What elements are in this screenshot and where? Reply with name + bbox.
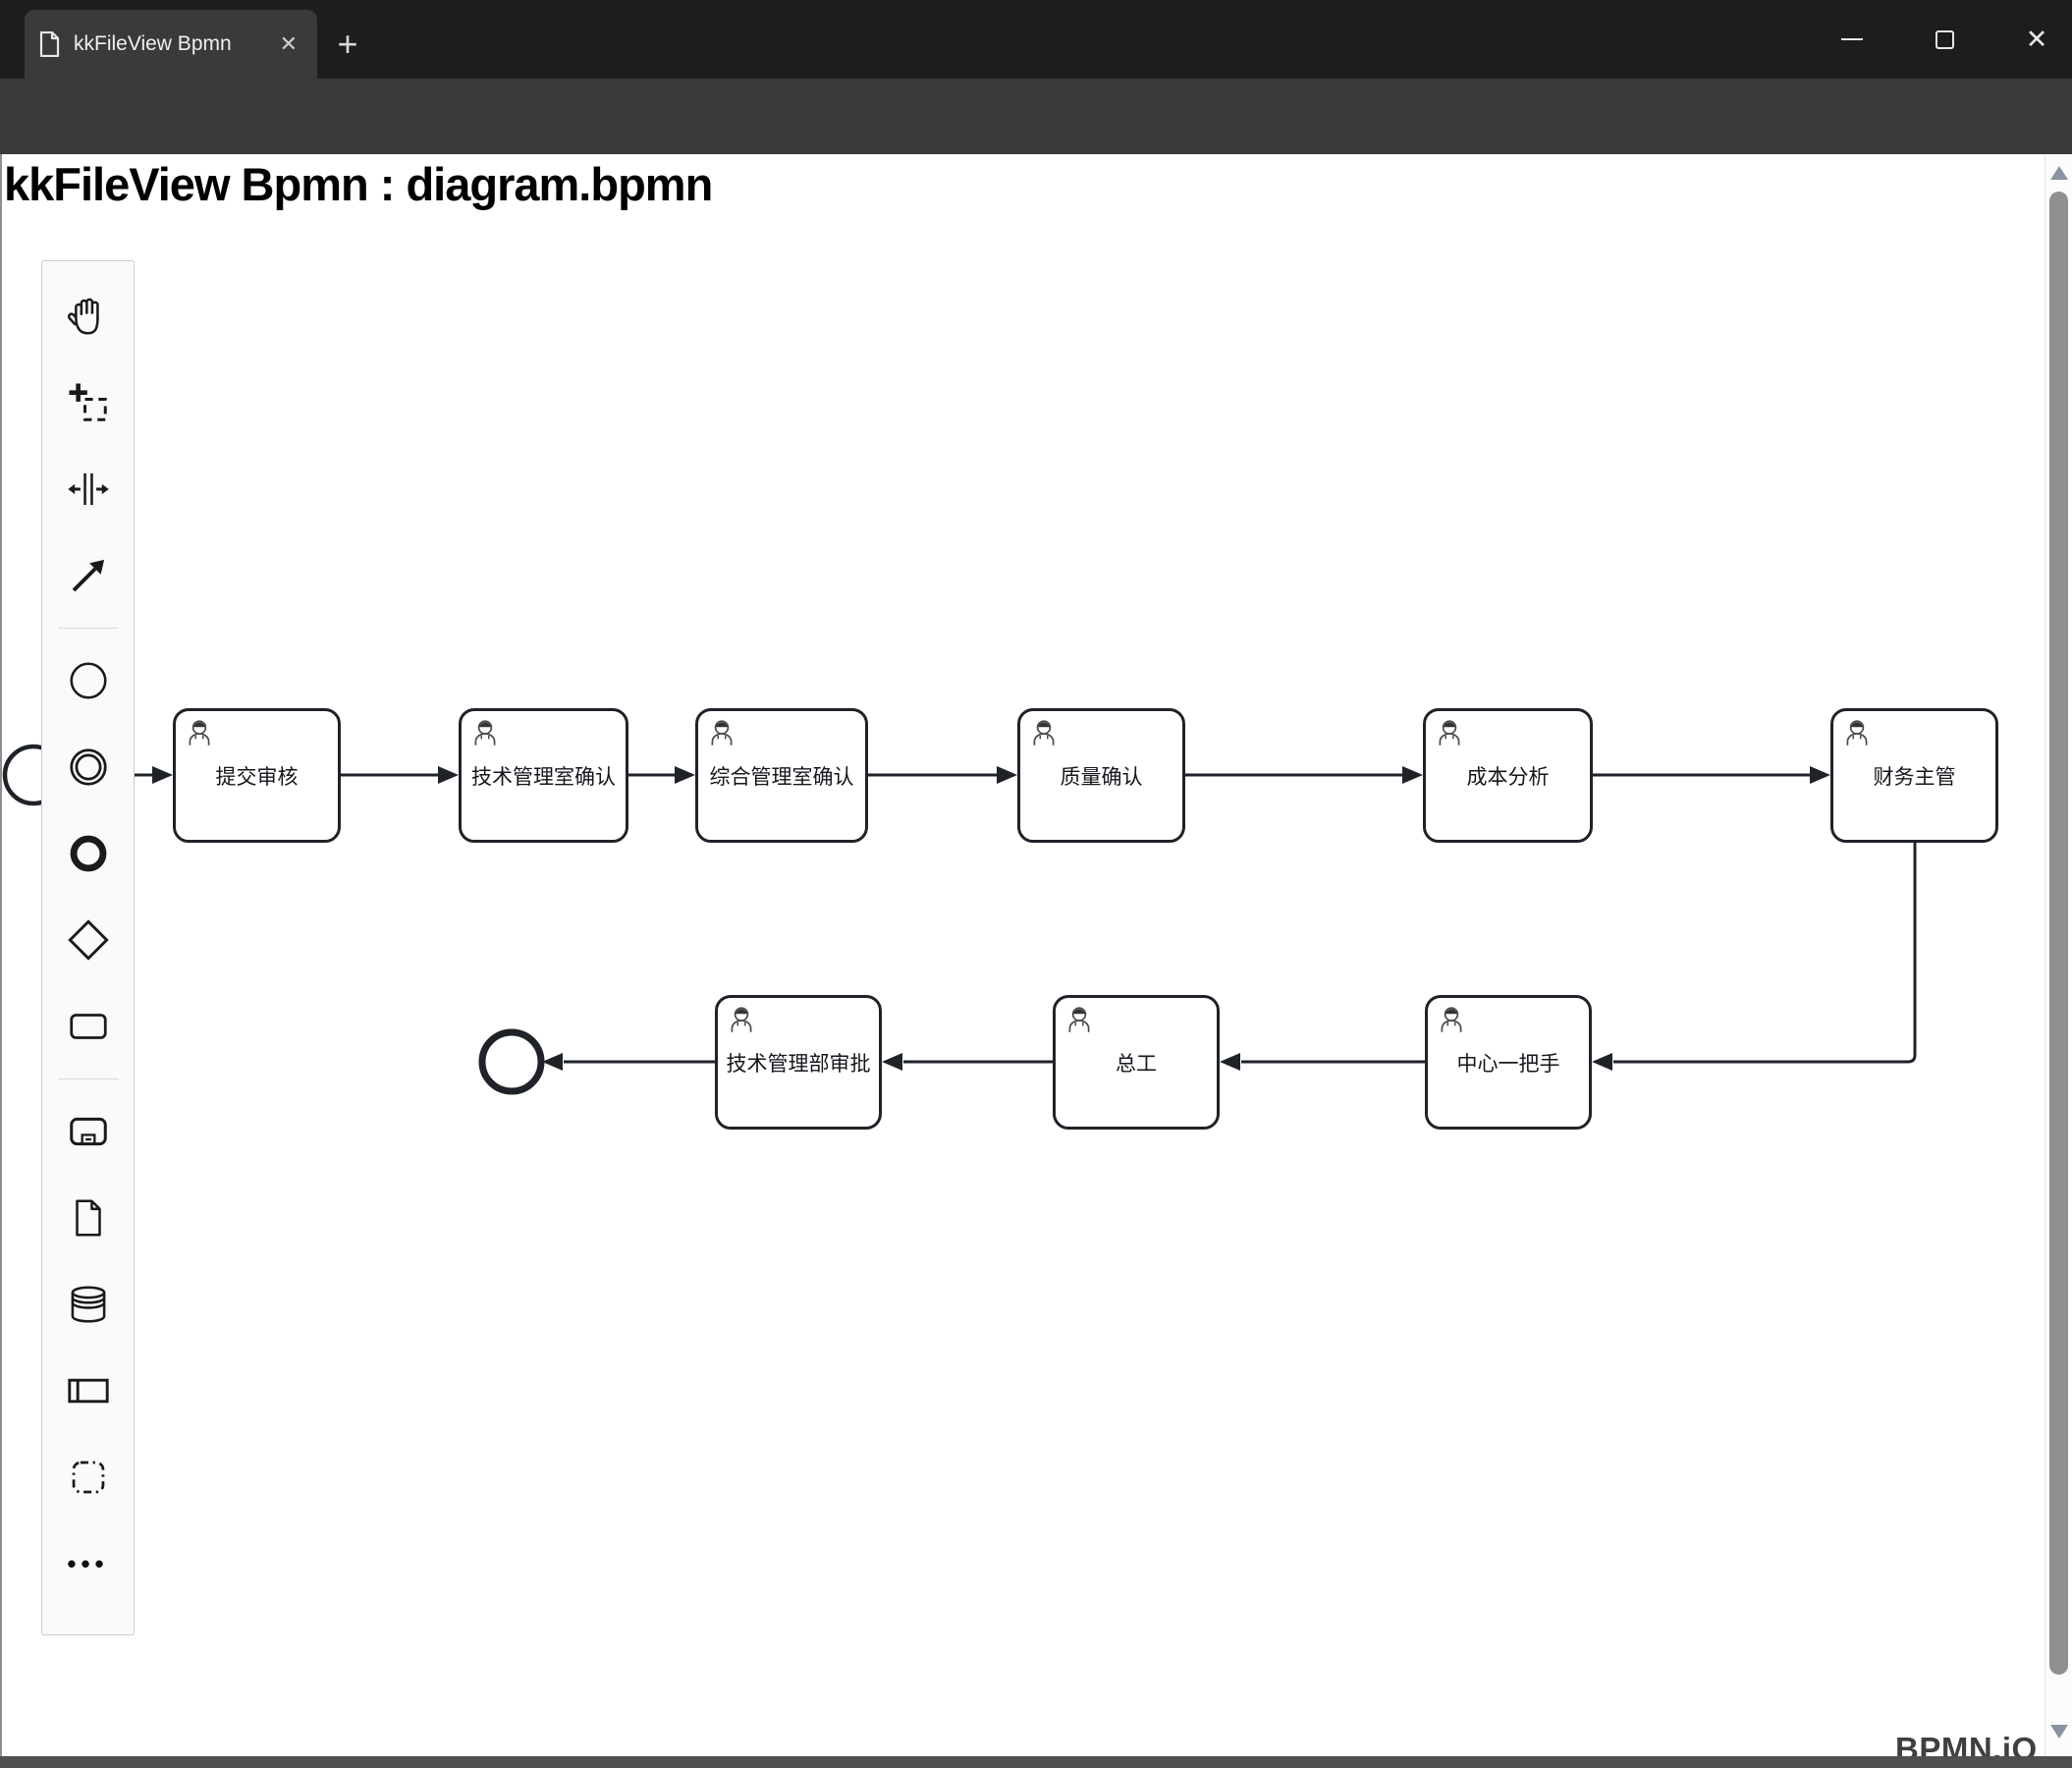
user-task-icon [1439,720,1460,746]
create-task[interactable] [42,983,134,1070]
vertical-scrollbar[interactable] [2045,154,2072,1756]
task-label: 技术管理室确认 [471,765,616,789]
lasso-icon [68,383,107,421]
user-task-icon [711,720,733,746]
user-task-icon [474,720,496,746]
task-label: 成本分析 [1466,765,1550,789]
create-data-object[interactable] [42,1175,134,1261]
hand-tool[interactable] [42,273,134,359]
space-tool-icon [67,472,109,506]
create-data-store[interactable] [42,1261,134,1348]
end-event-icon [70,835,106,872]
user-task-icon [189,720,210,746]
task-node[interactable]: 质量确认 [1017,708,1185,843]
space-tool[interactable] [42,446,134,532]
task-label: 财务主管 [1873,765,1956,789]
participant-icon [67,1378,109,1404]
bpmn-canvas [2,744,1917,1095]
hand-icon [67,298,99,335]
user-task-icon [1846,720,1868,746]
task-label: 中心一把手 [1456,1052,1560,1076]
task-node[interactable]: 技术管理室确认 [459,708,628,843]
scroll-down-icon[interactable] [2050,1725,2068,1739]
data-store-icon [71,1286,105,1323]
user-task-icon [1441,1007,1462,1032]
intermediate-event-icon [69,748,107,786]
create-end-event[interactable] [42,810,134,897]
palette-separator [57,1078,119,1079]
group-icon [72,1461,104,1494]
create-gateway[interactable] [42,897,134,983]
end-event[interactable] [478,1028,545,1095]
more-icon: ••• [67,1548,109,1578]
task-node[interactable]: 综合管理室确认 [695,708,868,843]
task-icon [69,1014,107,1039]
task-label: 综合管理室确认 [709,765,854,789]
task-node[interactable]: 提交审核 [173,708,341,843]
task-label: 技术管理部审批 [726,1052,871,1076]
task-node[interactable]: 财务主管 [1830,708,1998,843]
bpmn-palette: ••• [41,260,135,1635]
task-node[interactable]: 总工 [1053,995,1220,1130]
create-start-event[interactable] [42,637,134,724]
gateway-icon [67,919,109,961]
task-label: 质量确认 [1060,765,1143,789]
global-connect-icon [72,559,104,592]
user-task-icon [1033,720,1055,746]
create-intermediate-event[interactable] [42,724,134,810]
palette-separator [57,628,119,629]
user-task-icon [731,1007,752,1032]
task-node[interactable]: 技术管理部审批 [715,995,882,1130]
subprocess-icon [69,1117,107,1146]
scrollbar-thumb[interactable] [2049,192,2068,1675]
task-node[interactable]: 中心一把手 [1425,995,1592,1130]
create-subprocess[interactable] [42,1088,134,1175]
global-connect-tool[interactable] [42,532,134,619]
scroll-up-icon[interactable] [2050,166,2068,180]
lasso-tool[interactable] [42,359,134,446]
task-label: 提交审核 [215,765,299,789]
user-task-icon [1068,1007,1090,1032]
palette-more[interactable]: ••• [42,1520,134,1607]
task-label: 总工 [1116,1052,1157,1076]
create-group[interactable] [42,1434,134,1520]
create-participant[interactable] [42,1348,134,1434]
start-event-icon [69,662,107,699]
task-node[interactable]: 成本分析 [1423,708,1593,843]
data-object-icon [75,1199,101,1237]
